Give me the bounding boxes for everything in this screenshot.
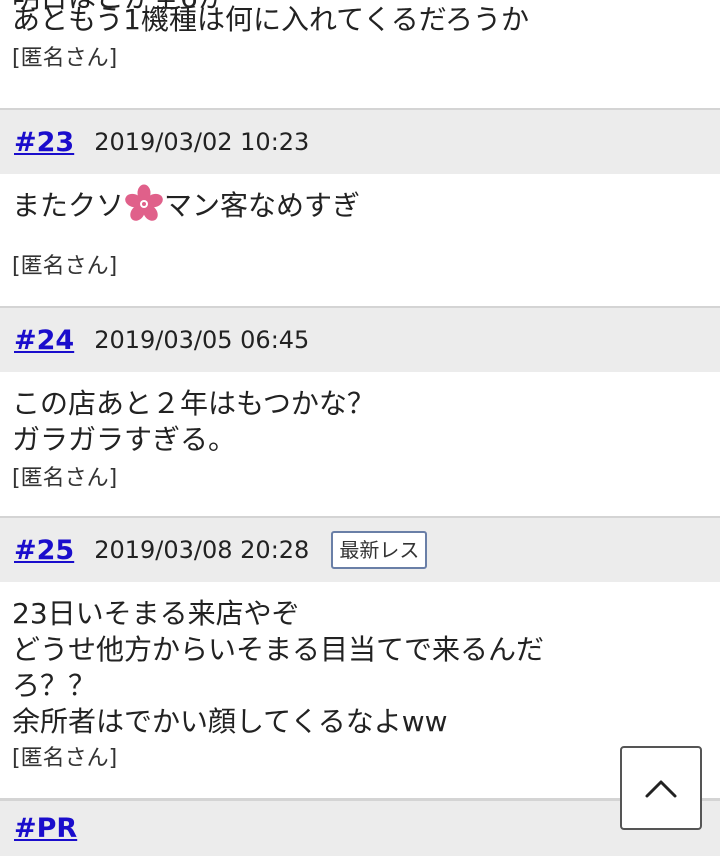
post-line: またクソ マン客なめすぎ	[12, 184, 708, 224]
post-line-partial: 明日はこか全6か	[12, 0, 708, 16]
post-text: またクソ	[12, 189, 125, 222]
latest-reply-badge[interactable]: 最新レス	[331, 531, 428, 569]
post-text: マン客なめすぎ	[164, 189, 361, 222]
previous-post-body: 明日はこか全6か あともう1機種は何に入れてくるだろうか [匿名さん]	[0, 0, 720, 108]
pr-header: #PR	[0, 798, 720, 856]
post-number-link[interactable]: #25	[14, 535, 74, 566]
post-date: 2019/03/08 20:28	[94, 536, 310, 564]
post-body: またクソ マン客なめすぎ [匿名さん]	[0, 174, 720, 306]
post-number-link[interactable]: #24	[14, 325, 74, 356]
post-line: 23日いそまる来店やぞ	[12, 597, 300, 630]
post-author: [匿名さん]	[12, 746, 118, 771]
post-date: 2019/03/05 06:45	[94, 326, 310, 354]
post-date: 2019/03/02 10:23	[94, 128, 310, 156]
post-line: 余所者はでかい顔してくるなよww	[12, 705, 448, 738]
post-line: ガラガラすぎる。	[12, 423, 237, 456]
post-author: [匿名さん]	[12, 466, 118, 491]
post-header: #24 2019/03/05 06:45	[0, 306, 720, 372]
post-line: どうせ他方からいそまる目当てで来るんだ	[12, 633, 545, 666]
pr-link[interactable]: #PR	[14, 813, 77, 844]
post-body: この店あと２年はもつかな？ ガラガラすぎる。 [匿名さん]	[0, 372, 720, 516]
post-body: 23日いそまる来店やぞ どうせ他方からいそまる目当てで来るんだ ろ？？ 余所者は…	[0, 582, 720, 798]
post-header: #25 2019/03/08 20:28 最新レス	[0, 516, 720, 582]
post-author: [匿名さん]	[12, 46, 118, 71]
thread-page: 明日はこか全6か あともう1機種は何に入れてくるだろうか [匿名さん] #23 …	[0, 0, 720, 856]
post-line: この店あと２年はもつかな？	[12, 387, 375, 420]
post-number-link[interactable]: #23	[14, 127, 74, 158]
chevron-up-icon	[645, 780, 677, 798]
post-author: [匿名さん]	[12, 254, 118, 279]
scroll-to-top-button[interactable]	[620, 746, 702, 830]
post-line: ろ？？	[12, 669, 97, 702]
cherry-blossom-icon	[125, 184, 163, 221]
post-header: #23 2019/03/02 10:23	[0, 108, 720, 174]
